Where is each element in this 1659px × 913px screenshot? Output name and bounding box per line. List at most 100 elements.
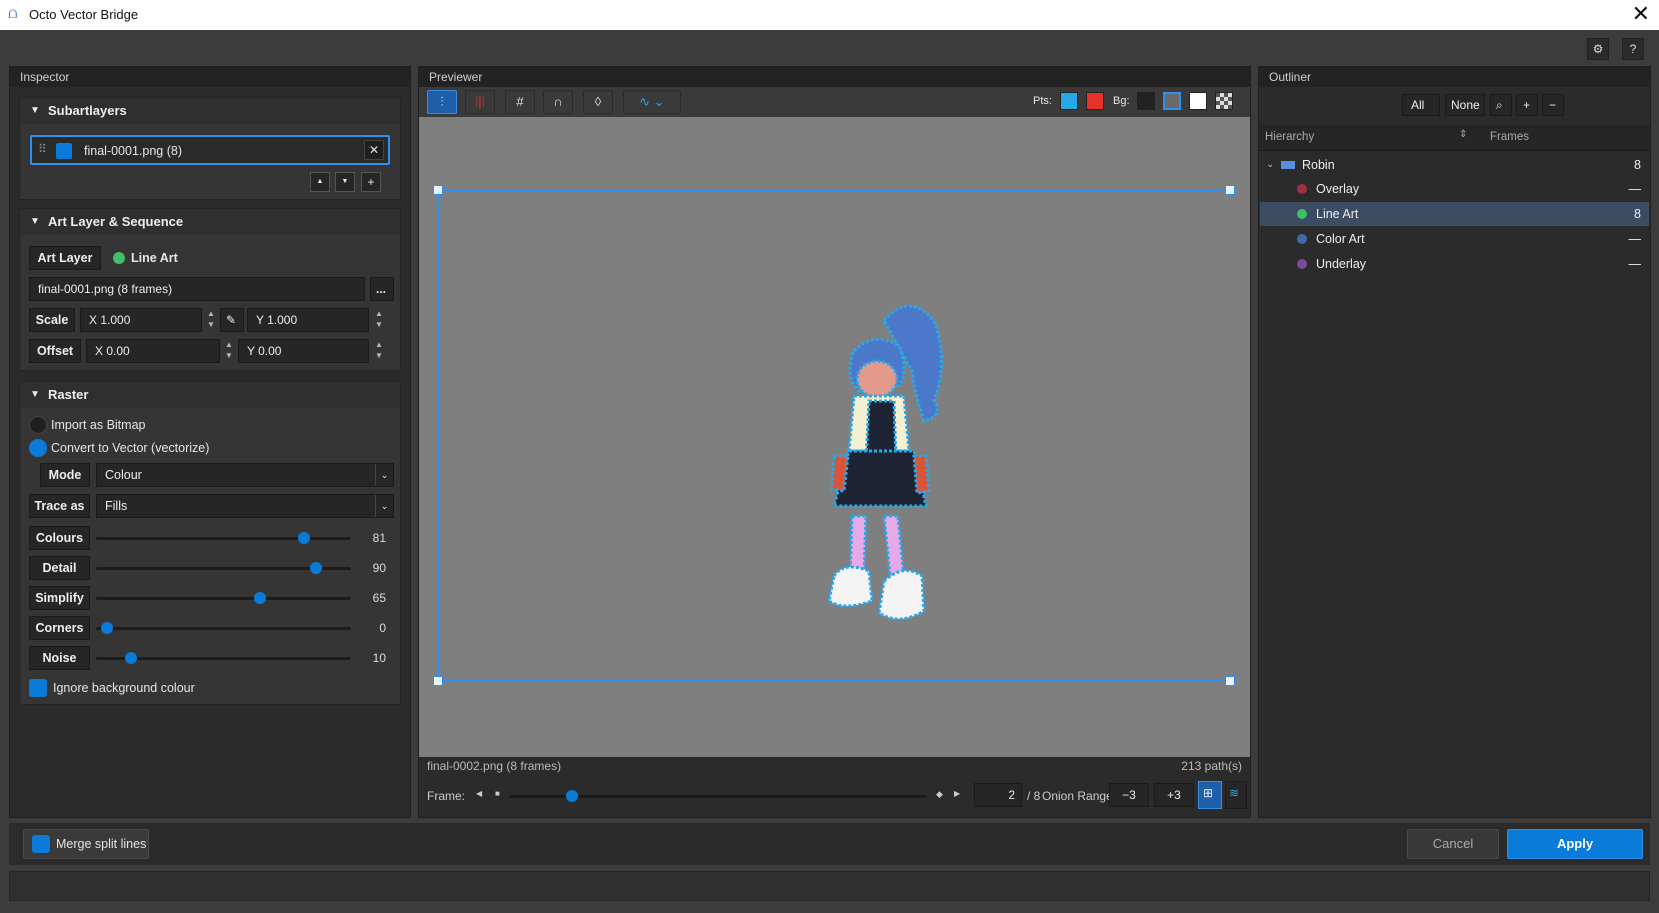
line-art-gem-icon (113, 252, 125, 264)
scale-y-spinner[interactable]: ▲ ▼ (372, 308, 386, 332)
col-hierarchy[interactable]: Hierarchy (1265, 131, 1314, 143)
title-bar: ⩍ Octo Vector Bridge ✕ (0, 0, 1659, 30)
pts-color-red[interactable] (1086, 92, 1104, 110)
transform-handle[interactable] (433, 676, 443, 686)
tree-frames: — (1628, 232, 1642, 246)
slider-value: 81 (372, 531, 386, 545)
bg-swatch-gray[interactable] (1163, 92, 1181, 110)
expand-chevron-icon[interactable]: ⌄ (1266, 153, 1274, 177)
slider-colours[interactable] (96, 532, 351, 544)
tree-item-underlay[interactable]: Underlay — (1260, 252, 1649, 276)
slider-simplify[interactable] (96, 592, 351, 604)
add-layer-icon[interactable]: + (1516, 94, 1538, 116)
tree-item-color-art[interactable]: Color Art — (1260, 227, 1649, 251)
select-none-button[interactable]: None (1445, 94, 1485, 116)
previewer-footer: final-0002.png (8 frames) 213 path(s) Fram… (419, 759, 1250, 817)
remove-subartlayer-icon[interactable]: ✕ (364, 140, 384, 160)
slider-detail[interactable] (96, 562, 351, 574)
frame-input[interactable]: 2 (974, 783, 1022, 807)
frame-slider-knob[interactable] (565, 790, 578, 802)
browse-button[interactable]: ... (370, 277, 394, 301)
app-logo-icon: ⩍ (8, 5, 18, 22)
apply-button[interactable]: Apply (1507, 829, 1643, 859)
slider-label-detail: Detail (29, 556, 90, 580)
mode-dropdown[interactable]: Colour ⌄ (96, 463, 394, 487)
tree-item-overlay[interactable]: Overlay — (1260, 177, 1649, 201)
drag-handle-icon[interactable]: ⠿ (38, 142, 47, 156)
character-artwork[interactable] (814, 291, 974, 651)
tree-label: Underlay (1316, 257, 1367, 271)
transform-handle[interactable] (1225, 676, 1235, 686)
convert-vector-radio[interactable] (29, 439, 47, 457)
select-all-button[interactable]: All (1402, 94, 1440, 116)
search-icon[interactable]: ⌕ (1490, 94, 1512, 116)
slider-knob[interactable] (100, 622, 113, 634)
first-frame-icon[interactable]: ■ (495, 789, 500, 798)
move-down-button[interactable]: ▼ (335, 172, 355, 192)
slider-knob[interactable] (309, 562, 322, 574)
offset-x-input[interactable]: X 0.00 (86, 339, 220, 363)
col-frames[interactable]: Frames (1490, 131, 1529, 143)
onion-minus-input[interactable]: −3 (1109, 783, 1149, 807)
offset-x-spinner[interactable]: ▲ ▼ (222, 339, 236, 363)
move-up-button[interactable]: ▲ (310, 172, 330, 192)
bg-swatch-checker[interactable] (1215, 92, 1233, 110)
layers-icon[interactable]: ≋ (1225, 781, 1247, 809)
art-layer-label: Art Layer (29, 246, 101, 270)
sequence-file-field[interactable]: final-0001.png (8 frames) (29, 277, 365, 301)
next-frame-icon[interactable]: ▶ (954, 789, 960, 798)
trace-as-dropdown[interactable]: Fills ⌄ (96, 494, 394, 518)
merge-split-lines-toggle[interactable]: Merge split lines (23, 829, 149, 859)
slider-value: 65 (372, 591, 386, 605)
tree-frames: 8 (1634, 158, 1641, 172)
slider-knob[interactable] (253, 592, 266, 604)
prev-frame-icon[interactable]: ◀ (476, 789, 482, 798)
remove-layer-icon[interactable]: − (1542, 94, 1564, 116)
smooth-shape-icon[interactable]: ◊ (583, 90, 613, 114)
close-window-icon[interactable]: ✕ (1632, 2, 1650, 26)
scale-y-input[interactable]: Y 1.000 (247, 308, 369, 332)
help-button[interactable]: ? (1622, 38, 1644, 60)
scale-x-input[interactable]: X 1.000 (80, 308, 202, 332)
cancel-button[interactable]: Cancel (1407, 829, 1499, 859)
settings-gear-icon[interactable]: ⚙ (1587, 38, 1609, 60)
tree-root-robin[interactable]: ⌄ Robin 8 (1260, 153, 1649, 177)
link-scale-icon[interactable]: ✎ (220, 308, 244, 332)
keyframe-icon[interactable]: ◆ (936, 789, 943, 800)
frame-slider[interactable] (509, 790, 927, 802)
preview-canvas[interactable] (419, 117, 1250, 757)
onion-plus-input[interactable]: +3 (1154, 783, 1194, 807)
offset-y-input[interactable]: Y 0.00 (238, 339, 369, 363)
bg-swatch-white[interactable] (1189, 92, 1207, 110)
subartlayers-header[interactable]: ▼ Subartlayers (20, 98, 400, 124)
sort-icon[interactable]: ⇕ (1459, 129, 1467, 140)
grid-icon[interactable]: # (505, 90, 535, 114)
split-tool-icon[interactable]: ⁞|⁞ (465, 90, 495, 114)
onion-toggle-icon[interactable]: ⊞ (1198, 781, 1222, 809)
pts-color-blue[interactable] (1060, 92, 1078, 110)
tree-label: Robin (1302, 158, 1335, 172)
magnet-icon[interactable]: ∩ (543, 90, 573, 114)
transform-handle[interactable] (433, 185, 443, 195)
add-subartlayer-button[interactable]: + (361, 172, 381, 192)
slider-knob[interactable] (297, 532, 310, 544)
slider-knob[interactable] (125, 652, 138, 664)
slider-corners[interactable] (96, 622, 351, 634)
import-bitmap-radio[interactable] (29, 416, 47, 434)
points-tool-icon[interactable]: ⫶ (427, 90, 457, 114)
offset-y-spinner[interactable]: ▲ ▼ (372, 339, 386, 363)
transform-handle[interactable] (1225, 185, 1235, 195)
bg-swatch-black[interactable] (1137, 92, 1155, 110)
merge-checkbox[interactable] (32, 835, 50, 853)
ignore-bg-checkbox[interactable] (29, 679, 47, 697)
curve-mode-dropdown[interactable]: ∿ ⌄ (623, 90, 681, 114)
inspector-panel: Inspector ▼ Subartlayers ⠿ final-0001.png… (9, 66, 411, 818)
slider-noise[interactable] (96, 652, 351, 664)
raster-header[interactable]: ▼ Raster (20, 382, 400, 408)
scale-x-spinner[interactable]: ▲ ▼ (204, 308, 218, 332)
subartlayer-item[interactable]: ⠿ final-0001.png (8) ✕ (30, 135, 390, 165)
subartlayer-color-swatch[interactable] (56, 143, 72, 159)
tree-item-line-art[interactable]: Line Art 8 (1260, 202, 1649, 226)
outliner-title: Outliner (1259, 67, 1650, 87)
art-layer-header[interactable]: ▼ Art Layer & Sequence (20, 209, 400, 235)
